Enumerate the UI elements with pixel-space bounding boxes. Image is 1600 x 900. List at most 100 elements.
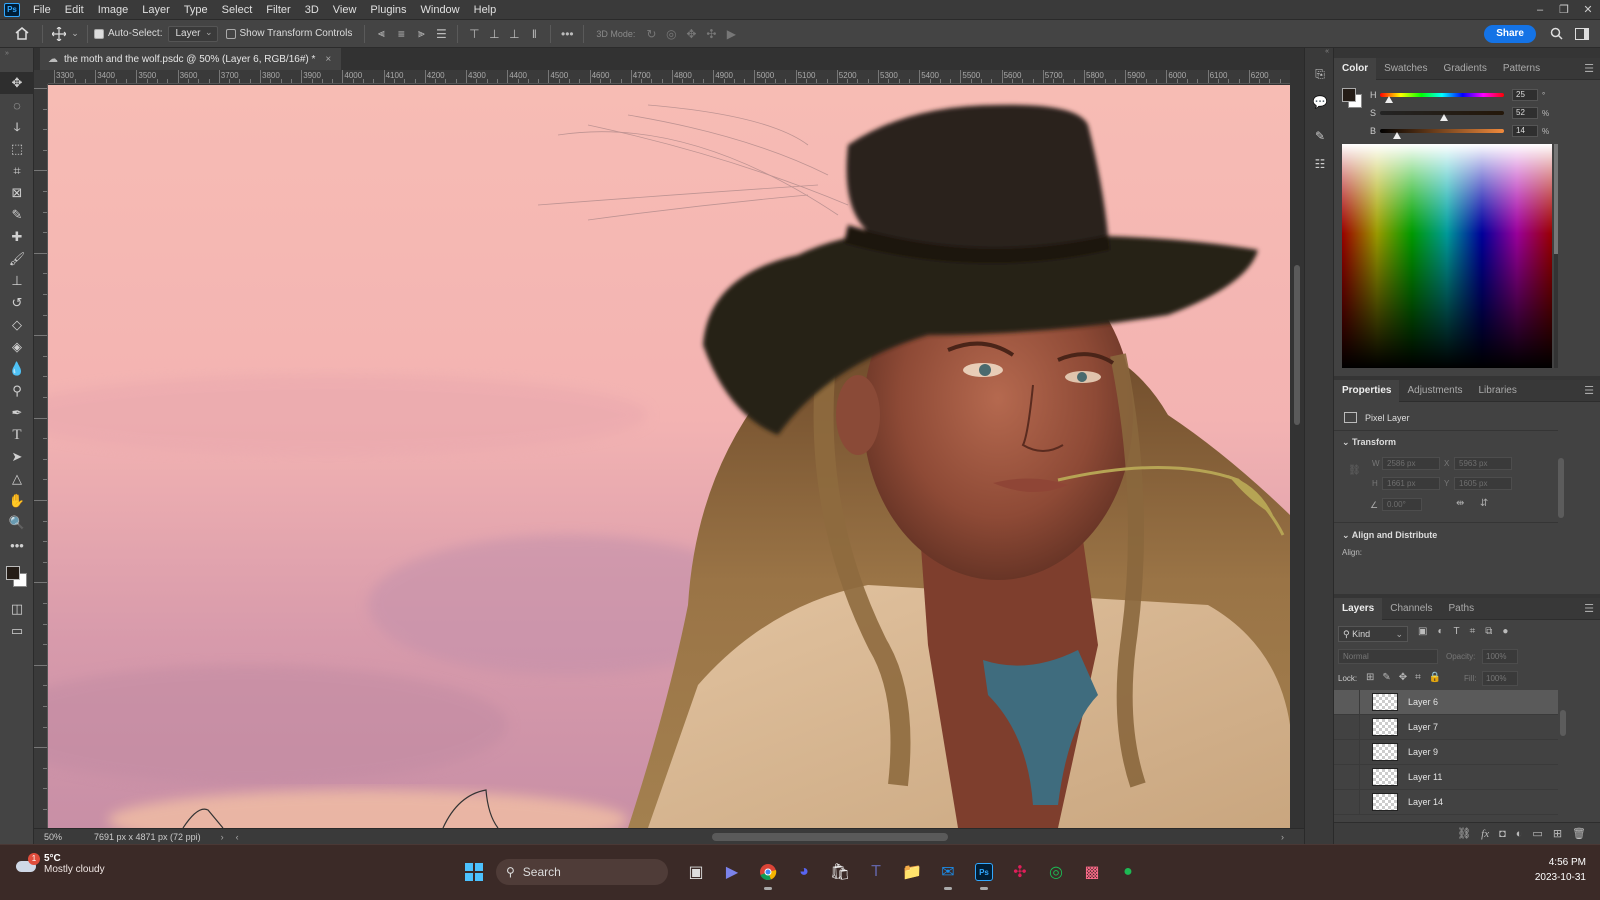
layer-visibility-toggle[interactable]: [1334, 739, 1360, 765]
taskbar-search[interactable]: ⚲ Search: [496, 859, 668, 885]
ruler-origin[interactable]: [34, 70, 48, 84]
canvas-vertical-scrollbar[interactable]: [1290, 70, 1304, 828]
3d-slide-icon[interactable]: ✣: [701, 24, 721, 44]
tab-libraries[interactable]: Libraries: [1471, 380, 1525, 402]
layer-visibility-toggle[interactable]: [1334, 690, 1360, 715]
link-layers-icon[interactable]: ⛓: [1457, 827, 1471, 840]
minimize-button[interactable]: –: [1528, 0, 1552, 20]
photos-icon[interactable]: ▩: [1074, 854, 1110, 890]
clone-stamp-tool-icon[interactable]: ⊥: [0, 270, 34, 292]
system-tray-clock[interactable]: 4:56 PM 2023-10-31: [1535, 855, 1586, 885]
menu-3d[interactable]: 3D: [298, 0, 326, 20]
menu-help[interactable]: Help: [467, 0, 504, 20]
spotify-alt-icon[interactable]: ◎: [1038, 854, 1074, 890]
3d-orbit-icon[interactable]: ↻: [641, 24, 661, 44]
scroll-right-icon[interactable]: ›: [1281, 832, 1284, 842]
link-icon[interactable]: ⛓: [1348, 465, 1361, 476]
fill-field[interactable]: 100%: [1482, 671, 1518, 686]
saturation-value-field[interactable]: 52: [1512, 107, 1538, 119]
blend-mode-dropdown[interactable]: Normal: [1338, 649, 1438, 664]
task-view-icon[interactable]: ▣: [678, 854, 714, 890]
menu-view[interactable]: View: [326, 0, 364, 20]
weather-widget[interactable]: 1 5°C Mostly cloudy: [14, 853, 105, 875]
eraser-tool-icon[interactable]: ◇: [0, 314, 34, 336]
tab-swatches[interactable]: Swatches: [1376, 58, 1435, 80]
search-icon[interactable]: [1546, 24, 1566, 44]
teams-meet-icon[interactable]: ▶: [714, 854, 750, 890]
align-center-icon[interactable]: ≡: [391, 24, 411, 44]
layer-row[interactable]: Layer 9: [1334, 739, 1558, 765]
layer-visibility-toggle[interactable]: [1334, 789, 1360, 815]
blur-tool-icon[interactable]: 💧: [0, 358, 34, 380]
scrollbar-thumb[interactable]: [1294, 265, 1300, 425]
filter-adjustment-icon[interactable]: ◐: [1437, 626, 1443, 637]
move-tool-icon[interactable]: [49, 24, 69, 44]
layer-row[interactable]: Layer 14: [1334, 789, 1558, 815]
distribute-vertical-icon[interactable]: ‖: [524, 24, 544, 44]
adjustment-layer-icon[interactable]: ◐: [1516, 828, 1523, 840]
collapse-panels-icon[interactable]: «: [1305, 48, 1333, 58]
eyedropper-tool-icon[interactable]: ✎: [0, 204, 34, 226]
saturation-slider-knob[interactable]: [1440, 114, 1449, 121]
history-brush-tool-icon[interactable]: ↺: [0, 292, 34, 314]
menu-plugins[interactable]: Plugins: [363, 0, 413, 20]
spotify-icon[interactable]: ●: [1110, 854, 1146, 890]
lock-pixels-icon[interactable]: ✎: [1382, 672, 1390, 683]
collapse-toolbar-icon[interactable]: »: [0, 48, 33, 72]
color-spectrum-scrollbar[interactable]: [1554, 144, 1558, 368]
outlook-icon[interactable]: ✉: [930, 854, 966, 890]
lock-artboard-icon[interactable]: ⌗: [1415, 672, 1421, 683]
document-canvas[interactable]: [48, 85, 1290, 828]
paint-bucket-tool-icon[interactable]: ◈: [0, 336, 34, 358]
add-mask-icon[interactable]: ◘: [1499, 828, 1506, 840]
hue-value-field[interactable]: 25: [1512, 89, 1538, 101]
microsoft-store-icon[interactable]: 🛍: [822, 854, 858, 890]
edit-toolbar-icon[interactable]: •••: [0, 534, 34, 556]
windows-start-icon[interactable]: [456, 854, 492, 890]
screen-mode-icon[interactable]: ▭: [0, 620, 34, 642]
frame-tool-icon[interactable]: ⊠: [0, 182, 34, 204]
tab-patterns[interactable]: Patterns: [1495, 58, 1548, 80]
file-explorer-icon[interactable]: 📁: [894, 854, 930, 890]
menu-type[interactable]: Type: [177, 0, 215, 20]
3d-pan-icon[interactable]: ✥: [681, 24, 701, 44]
panel-menu-icon[interactable]: ☰: [1584, 62, 1594, 75]
ruler-vertical[interactable]: [34, 84, 48, 828]
foreground-color-swatch[interactable]: [6, 566, 20, 580]
flip-horizontal-icon[interactable]: ⇹: [1456, 498, 1464, 509]
x-position-field[interactable]: 5963 px: [1454, 457, 1512, 470]
tab-adjustments[interactable]: Adjustments: [1399, 380, 1470, 402]
color-foreground-swatch[interactable]: [1342, 88, 1356, 102]
scroll-left-icon[interactable]: ‹: [236, 832, 239, 842]
tab-paths[interactable]: Paths: [1441, 598, 1483, 620]
filter-smart-object-icon[interactable]: ⧉: [1485, 626, 1492, 637]
hue-slider-knob[interactable]: [1384, 96, 1393, 103]
lasso-tool-icon[interactable]: ↆ: [0, 116, 34, 138]
layers-scrollbar[interactable]: [1560, 690, 1566, 820]
ruler-horizontal[interactable]: 3300 3400 3500 3600 3700 3800 3900 4000 4100 4200…: [48, 70, 1290, 84]
object-selection-tool-icon[interactable]: ⬚: [0, 138, 34, 160]
filter-toggle-icon[interactable]: ●: [1502, 626, 1508, 637]
chrome-icon[interactable]: [750, 854, 786, 890]
color-spectrum-picker[interactable]: [1342, 144, 1552, 368]
align-right-icon[interactable]: ⫸: [411, 24, 431, 44]
show-transform-controls-checkbox[interactable]: Show Transform Controls: [225, 28, 352, 39]
move-tool-icon[interactable]: ✥: [0, 72, 34, 94]
properties-scrollbar[interactable]: [1558, 458, 1564, 568]
brightness-value-field[interactable]: 14: [1512, 125, 1538, 137]
distribute-icon[interactable]: ☰: [431, 24, 451, 44]
menu-window[interactable]: Window: [414, 0, 467, 20]
align-bottom-icon[interactable]: ⊥: [504, 24, 524, 44]
slack-icon[interactable]: ✣: [1002, 854, 1038, 890]
3d-roll-icon[interactable]: ◎: [661, 24, 681, 44]
layer-visibility-toggle[interactable]: [1334, 714, 1360, 740]
panel-menu-icon[interactable]: ☰: [1584, 602, 1594, 615]
pen-tool-icon[interactable]: ✒: [0, 402, 34, 424]
history-panel-icon[interactable]: ⎘: [1305, 62, 1335, 86]
tab-channels[interactable]: Channels: [1382, 598, 1440, 620]
zoom-tool-icon[interactable]: 🔍: [0, 512, 34, 534]
lock-all-icon[interactable]: 🔒: [1429, 672, 1441, 683]
menu-layer[interactable]: Layer: [135, 0, 177, 20]
layer-visibility-toggle[interactable]: [1334, 764, 1360, 790]
photoshop-taskbar-icon[interactable]: Ps: [966, 854, 1002, 890]
